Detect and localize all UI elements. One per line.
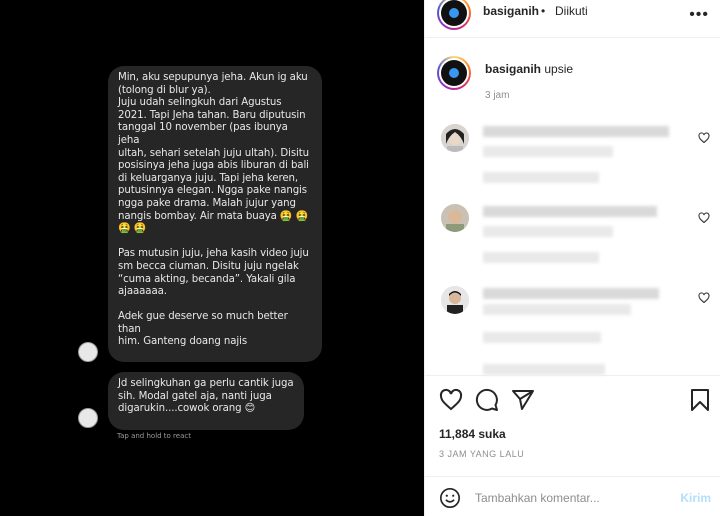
blurred-comment — [483, 288, 659, 299]
header-separator: • — [541, 4, 546, 18]
post-actions: 11,884 suka 3 JAM YANG LALU Tambahkan ko… — [425, 375, 720, 517]
profile-avatar[interactable] — [437, 0, 471, 30]
header-username[interactable]: basiganih — [483, 4, 539, 18]
blurred-comment — [483, 304, 631, 315]
bookmark-icon[interactable] — [689, 388, 711, 412]
blurred-comment — [483, 364, 605, 375]
caption-username[interactable]: basiganih — [485, 62, 541, 76]
avatar-photo — [441, 124, 469, 152]
post-media: Min, aku sepupunya jeha. Akun ig aku (to… — [0, 0, 424, 516]
blurred-comment — [483, 206, 657, 217]
blurred-comment — [483, 332, 601, 343]
more-options-icon[interactable]: ••• — [689, 6, 709, 24]
post-comment-button[interactable]: Kirim — [680, 491, 711, 505]
caption-time: 3 jam — [485, 90, 510, 101]
chat-avatar — [78, 342, 98, 362]
blurred-comment — [483, 172, 599, 183]
comment-heart-icon[interactable] — [698, 132, 710, 144]
avatar-photo — [441, 204, 469, 232]
comment-avatar[interactable] — [441, 286, 469, 314]
blurred-comment — [483, 226, 613, 237]
heart-icon[interactable] — [439, 388, 463, 412]
post-side-panel: basiganih • Diikuti ••• basiganih upsie … — [424, 0, 720, 516]
comment-box: Tambahkan komentar... Kirim — [425, 476, 720, 518]
follow-status[interactable]: Diikuti — [555, 4, 588, 18]
comment-avatar[interactable] — [441, 124, 469, 152]
blurred-comment — [483, 146, 613, 157]
comment-icon[interactable] — [475, 388, 499, 412]
caption-avatar[interactable] — [437, 56, 471, 90]
blurred-comment — [483, 126, 669, 137]
comment-heart-icon[interactable] — [698, 212, 710, 224]
comment-input[interactable]: Tambahkan komentar... — [475, 491, 600, 505]
avatar-photo — [441, 286, 469, 314]
chat-bubble-2: Jd selingkuhan ga perlu cantik juga sih.… — [108, 372, 304, 430]
post-header: basiganih • Diikuti ••• — [425, 0, 720, 38]
chat-avatar — [78, 408, 98, 428]
caption-text: upsie — [544, 62, 574, 76]
comment-avatar[interactable] — [441, 204, 469, 232]
post-time: 3 JAM YANG LALU — [439, 449, 525, 459]
comment-heart-icon[interactable] — [698, 292, 710, 304]
chat-bubble-1: Min, aku sepupunya jeha. Akun ig aku (to… — [108, 66, 322, 362]
like-count[interactable]: 11,884 suka — [439, 427, 506, 441]
caption: basiganih upsie — [485, 62, 573, 76]
emoji-icon[interactable] — [439, 487, 461, 509]
chat-react-hint: Tap and hold to react — [117, 432, 191, 440]
blurred-comment — [483, 252, 599, 263]
share-icon[interactable] — [511, 388, 535, 412]
